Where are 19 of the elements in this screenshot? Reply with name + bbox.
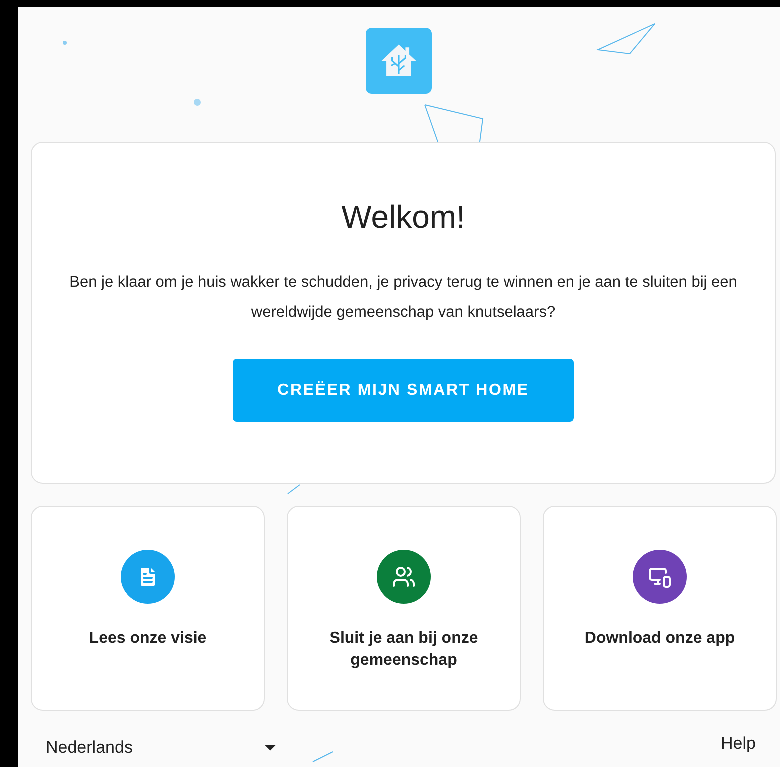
caret-icon	[265, 744, 276, 751]
network-line	[311, 750, 335, 763]
dot	[194, 99, 201, 106]
welcome-text: Ben je klaar om je huis wakker te schudden, je privacy terug te winnen en je aan te sluiten bij een wereldwijde gemeenschap van knutselaars?	[68, 273, 738, 323]
welcome-title: Welkom!	[342, 198, 466, 237]
link-label: Lees onze visie	[88, 629, 208, 649]
help-link[interactable]: Help	[721, 731, 756, 756]
devices-icon	[648, 565, 672, 589]
link-card[interactable]: Lees onze visie	[31, 506, 265, 711]
people-icon	[392, 565, 416, 589]
language-select[interactable]: Nederlands	[46, 735, 276, 760]
link-label: Sluit je aan bij onze gemeenschap	[328, 629, 480, 671]
logo	[366, 28, 432, 94]
network-line	[286, 484, 302, 496]
link-card[interactable]: Download onze app	[543, 506, 777, 711]
link-card[interactable]: Sluit je aan bij onze gemeenschap	[287, 506, 521, 711]
dot	[63, 41, 67, 45]
link-label: Download onze app	[584, 629, 736, 649]
network-lines	[423, 103, 485, 142]
